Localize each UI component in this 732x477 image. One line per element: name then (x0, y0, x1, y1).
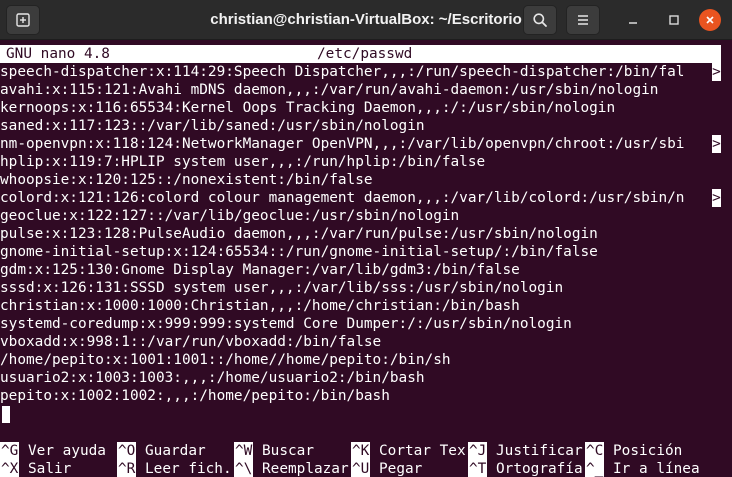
shortcut-key-cut[interactable]: ^K (351, 442, 371, 460)
buffer-line[interactable]: speech-dispatcher:x:114:29:Speech Dispat… (0, 63, 712, 81)
close-icon (706, 16, 714, 24)
hamburger-menu-icon (578, 15, 588, 25)
terminal-window: christian@christian-VirtualBox: ~/Escrit… (0, 0, 732, 477)
terminal-scrollbar[interactable] (722, 40, 732, 477)
buffer-line[interactable]: vboxadd:x:998:1::/var/run/vboxadd:/bin/f… (0, 333, 712, 351)
search-button[interactable] (523, 5, 557, 35)
minimize-button[interactable] (622, 9, 644, 31)
buffer-line[interactable]: sssd:x:126:131:SSSD system user,,,:/var/… (0, 279, 712, 297)
shortcut-key-spell[interactable]: ^T (468, 460, 488, 477)
buffer-line[interactable]: /home/pepito:x:1001:1001::/home//home/pe… (0, 351, 712, 369)
nano-version: GNU nano 4.8 (6, 46, 110, 62)
maximize-button[interactable] (663, 9, 685, 31)
line-truncation-marker: > (712, 135, 721, 153)
maximize-icon (669, 15, 679, 25)
text-cursor (2, 406, 10, 423)
buffer-line[interactable]: pepito:x:1002:1002:,,,:/home/pepito:/bin… (0, 387, 712, 405)
buffer-line[interactable]: geoclue:x:122:127::/var/lib/geoclue:/usr… (0, 207, 712, 225)
shortcut-key-read-file[interactable]: ^R (117, 460, 137, 477)
shortcut-label-goto-line: Ir a línea (613, 461, 700, 477)
shortcut-label-exit: Salir (28, 461, 72, 477)
buffer-line[interactable]: usuario2:x:1003:1003:,,,:/home/usuario2:… (0, 369, 712, 387)
minimize-icon (629, 22, 637, 24)
title-bar: christian@christian-VirtualBox: ~/Escrit… (0, 0, 732, 40)
shortcut-key-save[interactable]: ^O (117, 442, 137, 460)
shortcut-key-search[interactable]: ^W (234, 442, 254, 460)
shortcut-key-help[interactable]: ^G (0, 442, 20, 460)
search-icon (533, 13, 547, 27)
menu-button[interactable] (566, 5, 600, 35)
terminal-area[interactable]: GNU nano 4.8 /etc/passwd speech-dispatch… (0, 40, 732, 477)
close-button[interactable] (699, 9, 721, 31)
buffer-line[interactable]: colord:x:121:126:colord colour managemen… (0, 189, 712, 207)
buffer-line[interactable]: kernoops:x:116:65534:Kernel Oops Trackin… (0, 99, 712, 117)
buffer-line[interactable]: whoopsie:x:120:125::/nonexistent:/bin/fa… (0, 171, 712, 189)
buffer-line[interactable]: saned:x:117:123::/var/lib/saned:/usr/sbi… (0, 117, 712, 135)
buffer-line[interactable]: systemd-coredump:x:999:999:systemd Core … (0, 315, 712, 333)
shortcut-label-help: Ver ayuda (28, 443, 106, 459)
shortcut-label-replace: Reemplazar (262, 461, 349, 477)
shortcut-label-position: Posición (613, 443, 683, 459)
shortcut-label-read-file: Leer fich. (145, 461, 232, 477)
shortcut-key-replace[interactable]: ^\ (234, 460, 254, 477)
buffer-line[interactable]: nm-openvpn:x:118:124:NetworkManager Open… (0, 135, 712, 153)
shortcut-key-justify[interactable]: ^J (468, 442, 488, 460)
shortcut-key-exit[interactable]: ^X (0, 460, 20, 477)
buffer-line[interactable]: christian:x:1000:1000:Christian,,,:/home… (0, 297, 712, 315)
line-truncation-marker: > (712, 63, 721, 81)
buffer-line[interactable]: gnome-initial-setup:x:124:65534::/run/gn… (0, 243, 712, 261)
nano-filename: /etc/passwd (317, 46, 413, 62)
buffer-line[interactable]: avahi:x:115:121:Avahi mDNS daemon,,,:/va… (0, 81, 712, 99)
buffer-line[interactable]: pulse:x:123:128:PulseAudio daemon,,,:/va… (0, 225, 712, 243)
buffer-line[interactable]: gdm:x:125:130:Gnome Display Manager:/var… (0, 261, 712, 279)
buffer-line[interactable]: hplip:x:119:7:HPLIP system user,,,:/run/… (0, 153, 712, 171)
shortcut-label-search: Buscar (262, 443, 314, 459)
shortcut-label-cut: Cortar Tex (379, 443, 466, 459)
shortcut-label-paste: Pegar (379, 461, 423, 477)
shortcut-key-paste[interactable]: ^U (351, 460, 371, 477)
shortcut-key-position[interactable]: ^C (585, 442, 605, 460)
shortcut-key-goto-line[interactable]: ^_ (585, 460, 605, 477)
nano-header-bar: GNU nano 4.8 /etc/passwd (0, 45, 721, 63)
shortcut-label-justify: Justificar (496, 443, 583, 459)
shortcut-label-save: Guardar (145, 443, 206, 459)
shortcut-label-spell: Ortografía (496, 461, 583, 477)
new-tab-icon (16, 13, 30, 27)
new-tab-button[interactable] (6, 5, 40, 35)
line-truncation-marker: > (712, 189, 721, 207)
